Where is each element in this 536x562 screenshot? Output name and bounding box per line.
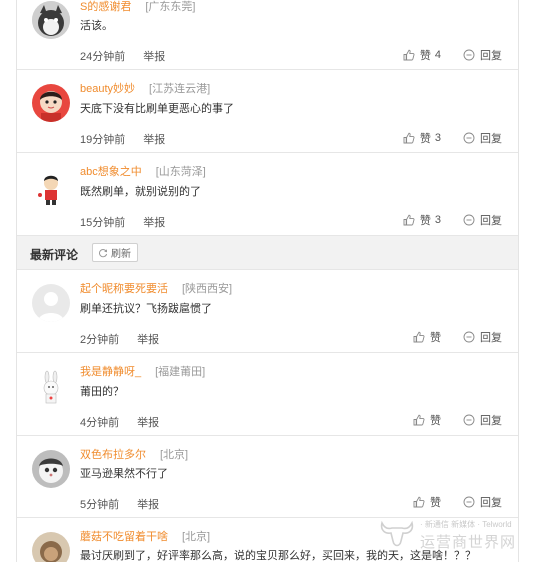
like-button[interactable]: 赞3 [403, 130, 441, 146]
like-label: 赞 [419, 133, 431, 145]
like-count: 3 [434, 132, 441, 144]
like-label: 赞 [419, 215, 431, 227]
username[interactable]: S的感谢君 [80, 1, 131, 13]
comment-time: 15分钟前 [80, 217, 126, 229]
comment-text: 亚马逊果然不行了 [80, 468, 168, 480]
user-location: [江苏连云港] [149, 83, 211, 95]
like-label: 赞 [419, 50, 431, 62]
reply-button[interactable]: 回复 [463, 494, 502, 510]
reply-icon [463, 414, 475, 426]
username[interactable]: beauty妙妙 [80, 83, 135, 95]
thumbs-up-icon [413, 496, 425, 508]
reply-label: 回复 [480, 133, 502, 145]
user-location: [北京] [160, 449, 189, 461]
bull-logo-icon [380, 520, 414, 547]
reply-button[interactable]: 回复 [463, 412, 502, 428]
avatar[interactable] [32, 369, 70, 407]
thumbs-up-icon [403, 49, 415, 61]
like-button[interactable]: 赞 [413, 329, 441, 345]
comment-text: 莆田的？ [80, 386, 124, 398]
like-button[interactable]: 赞4 [403, 47, 441, 63]
avatar[interactable] [32, 84, 70, 122]
refresh-label: 刷新 [111, 249, 131, 260]
reply-icon [463, 496, 475, 508]
watermark-tagline: · 新通信 新媒体 · Telworld [420, 520, 512, 529]
username[interactable]: 蘑菇不吃留着干啥 [80, 531, 168, 543]
reply-icon [463, 132, 475, 144]
username[interactable]: 我是静静呀_ [80, 366, 141, 378]
thumbs-up-icon [403, 132, 415, 144]
avatar[interactable] [32, 450, 70, 488]
thumbs-up-icon [413, 414, 425, 426]
username[interactable]: abc想象之中 [80, 166, 142, 178]
comment-time: 19分钟前 [80, 134, 126, 146]
like-label: 赞 [430, 497, 441, 509]
user-location: [福建莆田] [155, 366, 206, 378]
comment-item: 起个昵称要死要活 [陕西西安] 刷单还抗议？飞扬跋扈惯了 2分钟前 举报 赞 回复 [17, 270, 518, 353]
thumbs-up-icon [413, 331, 425, 343]
like-button[interactable]: 赞 [413, 412, 441, 428]
username[interactable]: 双色布拉多尔 [80, 449, 146, 461]
comment-text: 天底下没有比刷单更恶心的事了 [80, 103, 234, 115]
comments-panel: S的感谢君 [广东东莞] 活该。 24分钟前 举报 赞4 回复 beauty妙妙 [江… [16, 0, 519, 562]
avatar[interactable] [32, 1, 70, 39]
refresh-button[interactable]: 刷新 [92, 243, 138, 262]
reply-label: 回复 [480, 50, 502, 62]
user-location: [山东菏泽] [155, 166, 206, 178]
comment-item: 我是静静呀_ [福建莆田] 莆田的？ 4分钟前 举报 赞 回复 [17, 353, 518, 436]
site-watermark: · 新通信 新媒体 · Telworld 运营商世界网 [376, 515, 526, 555]
like-label: 赞 [430, 332, 441, 344]
comment-item: beauty妙妙 [江苏连云港] 天底下没有比刷单更恶心的事了 19分钟前 举报 赞… [17, 70, 518, 153]
avatar[interactable] [32, 532, 70, 562]
reply-label: 回复 [480, 332, 502, 344]
comment-time: 5分钟前 [80, 499, 120, 511]
comment-time: 2分钟前 [80, 334, 120, 346]
reply-icon [463, 214, 475, 226]
like-button[interactable]: 赞3 [403, 212, 441, 228]
refresh-icon [99, 248, 108, 257]
report-link[interactable]: 举报 [137, 334, 159, 346]
watermark-site-name: 运营商世界网 [420, 534, 517, 551]
comment-item: abc想象之中 [山东菏泽] 既然刷单，就别说别的了 15分钟前 举报 赞3 回复 [17, 153, 518, 236]
report-link[interactable]: 举报 [143, 51, 165, 63]
comment-item: S的感谢君 [广东东莞] 活该。 24分钟前 举报 赞4 回复 [17, 0, 518, 70]
section-title: 最新评论 [30, 248, 79, 262]
reply-icon [463, 49, 475, 61]
comment-text: 活该。 [80, 20, 113, 32]
latest-comments-header: 最新评论 刷新 [17, 236, 518, 270]
like-count: 4 [434, 49, 441, 61]
reply-button[interactable]: 回复 [463, 212, 502, 228]
avatar[interactable] [32, 169, 70, 207]
comment-time: 4分钟前 [80, 417, 120, 429]
comment-text: 刷单还抗议？飞扬跋扈惯了 [80, 303, 212, 315]
comment-time: 24分钟前 [80, 51, 126, 63]
comment-text: 既然刷单，就别说别的了 [80, 186, 201, 198]
username[interactable]: 起个昵称要死要活 [80, 283, 168, 295]
report-link[interactable]: 举报 [143, 134, 165, 146]
reply-label: 回复 [480, 497, 502, 509]
reply-button[interactable]: 回复 [463, 130, 502, 146]
report-link[interactable]: 举报 [143, 217, 165, 229]
reply-label: 回复 [480, 215, 502, 227]
reply-button[interactable]: 回复 [463, 47, 502, 63]
user-location: [北京] [182, 531, 211, 543]
reply-button[interactable]: 回复 [463, 329, 502, 345]
like-button[interactable]: 赞 [413, 494, 441, 510]
reply-icon [463, 331, 475, 343]
report-link[interactable]: 举报 [137, 499, 159, 511]
avatar[interactable] [32, 284, 70, 322]
reply-label: 回复 [480, 415, 502, 427]
user-location: [陕西西安] [182, 283, 233, 295]
report-link[interactable]: 举报 [137, 417, 159, 429]
like-count: 3 [434, 214, 441, 226]
comment-item: 双色布拉多尔 [北京] 亚马逊果然不行了 5分钟前 举报 赞 回复 [17, 436, 518, 518]
user-location: [广东东莞] [145, 1, 196, 13]
thumbs-up-icon [403, 214, 415, 226]
like-label: 赞 [430, 415, 441, 427]
